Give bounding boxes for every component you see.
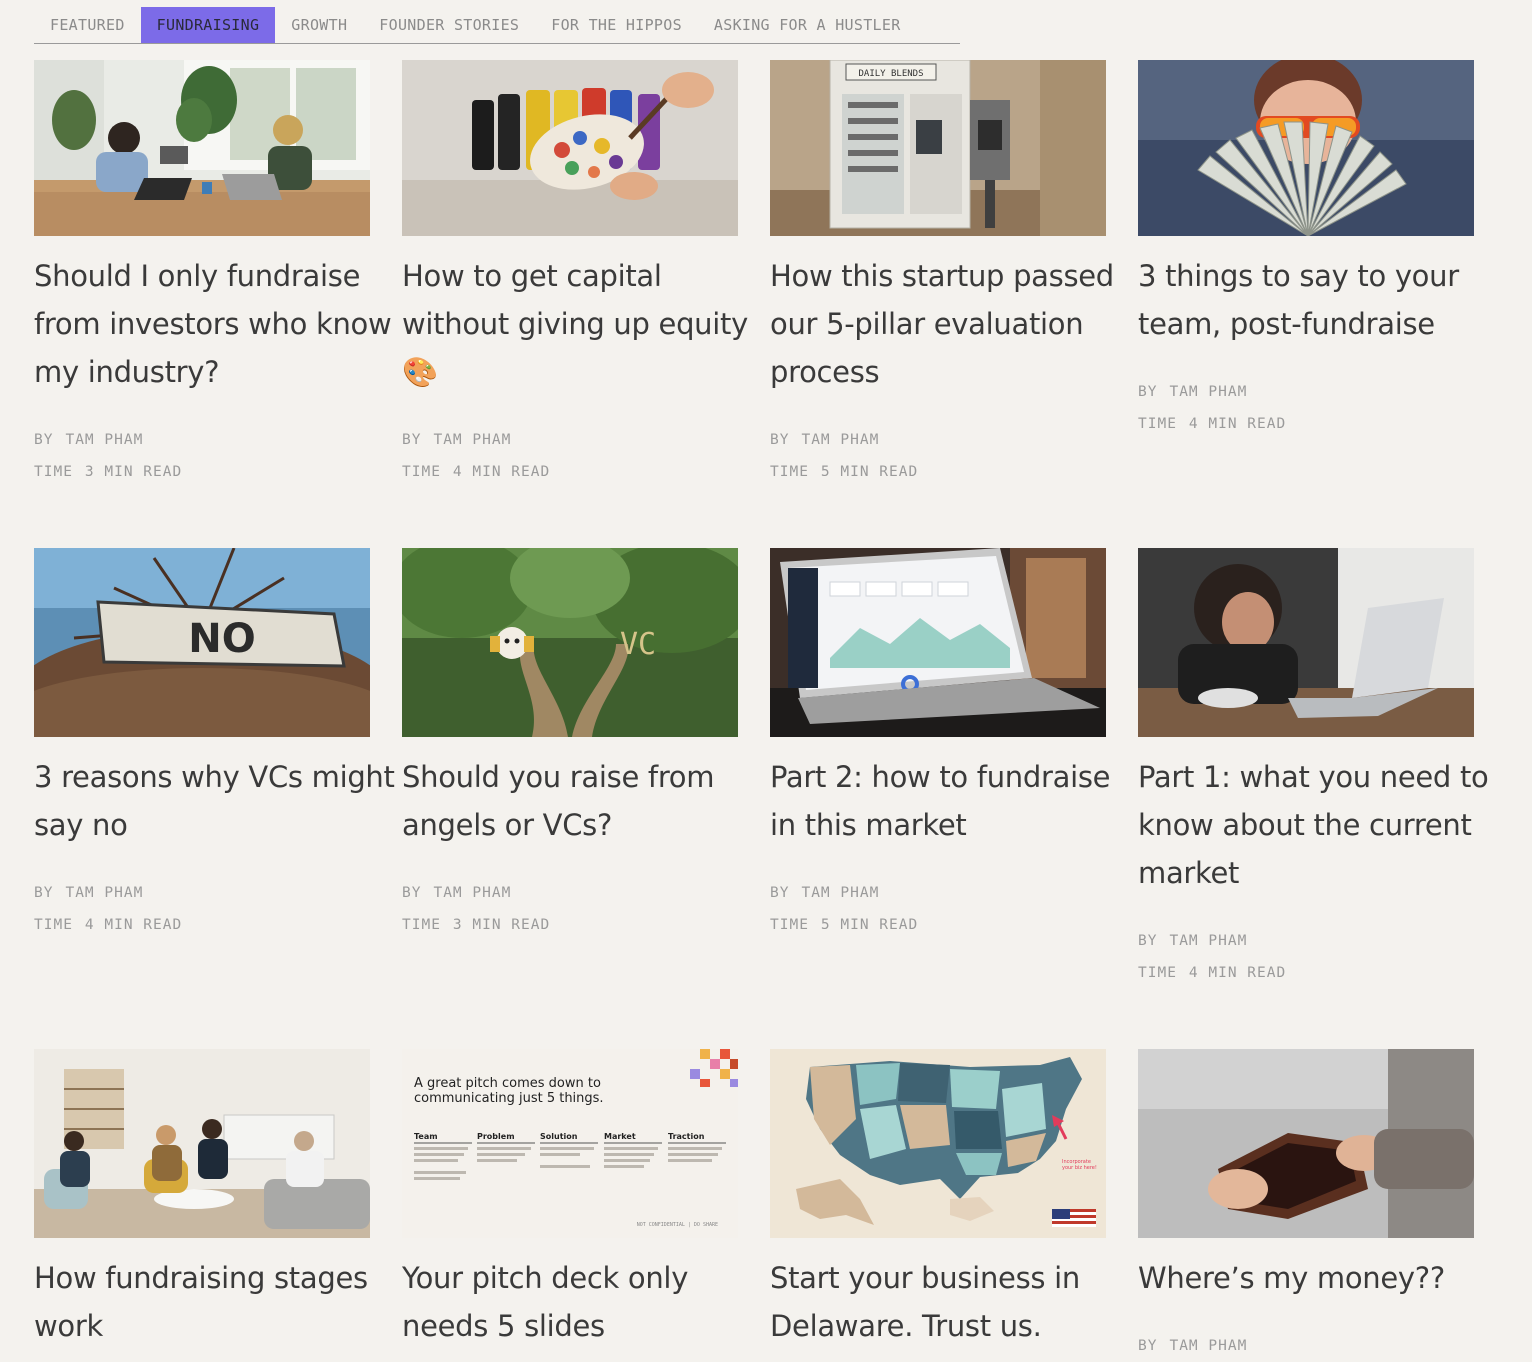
pitch-column-solution: Solution xyxy=(540,1132,578,1141)
paint-palette-image xyxy=(402,60,738,236)
pitch-column-market: Market xyxy=(604,1132,636,1141)
article-thumbnail[interactable] xyxy=(1138,60,1474,236)
vending-machine-image: DAILY BLENDS xyxy=(770,60,1106,236)
article-title[interactable]: How fundraising stages work xyxy=(34,1254,406,1350)
article-thumbnail[interactable]: VC xyxy=(402,548,738,737)
article-card[interactable]: NO 3 reasons why VCs might say no BY TAM … xyxy=(34,548,395,941)
article-thumbnail[interactable]: DAILY BLENDS xyxy=(770,60,1106,236)
article-card[interactable]: Part 2: how to fundraise in this market … xyxy=(770,548,1110,941)
article-read-time: TIME 4 MIN READ xyxy=(1138,965,1287,981)
article-card[interactable]: VC Should you raise from angels or VCs? … xyxy=(402,548,738,941)
no-sign-image: NO xyxy=(34,548,370,737)
pitch-column-problem: Problem xyxy=(477,1132,515,1141)
cash-fan-image xyxy=(1138,60,1474,236)
article-author: BY TAM PHAM xyxy=(402,432,512,448)
article-title[interactable]: Start your business in Delaware. Trust u… xyxy=(770,1254,1142,1350)
no-sign-text: NO xyxy=(188,616,255,662)
article-title[interactable]: How to get capital without giving up equ… xyxy=(402,252,774,396)
vending-sign-text: DAILY BLENDS xyxy=(858,69,923,79)
empty-wallet-image xyxy=(1138,1049,1474,1238)
category-tabs: FEATURED FUNDRAISING GROWTH FOUNDER STOR… xyxy=(34,7,960,44)
stressed-woman-image xyxy=(1138,548,1474,737)
article-card[interactable]: DAILY BLENDS How this startup passed our… xyxy=(770,60,1114,488)
article-read-time: TIME 4 MIN READ xyxy=(402,464,551,480)
article-card[interactable]: A great pitch comes down to communicatin… xyxy=(402,1049,738,1350)
pitch-column-team: Team xyxy=(414,1132,438,1141)
article-title[interactable]: Should I only fundraise from investors w… xyxy=(34,252,406,396)
article-author: BY TAM PHAM xyxy=(1138,1338,1248,1354)
tab-fundraising[interactable]: FUNDRAISING xyxy=(140,7,276,43)
laptop-dashboard-image xyxy=(770,548,1106,737)
article-thumbnail[interactable] xyxy=(34,1049,370,1238)
article-card[interactable]: Where’s my money?? BY TAM PHAM xyxy=(1138,1049,1474,1362)
article-title[interactable]: How this startup passed our 5-pillar eva… xyxy=(770,252,1142,396)
vc-label: VC xyxy=(620,627,656,662)
article-thumbnail[interactable]: Incorporate your biz here! xyxy=(770,1049,1106,1238)
article-author: BY TAM PHAM xyxy=(34,885,144,901)
two-women-meeting-image xyxy=(34,60,370,236)
tab-asking-for-a-hustler[interactable]: ASKING FOR A HUSTLER xyxy=(698,7,917,43)
us-flag-icon xyxy=(1052,1209,1096,1227)
living-room-meeting-image xyxy=(34,1049,370,1238)
article-title[interactable]: 3 things to say to your team, post-fundr… xyxy=(1138,252,1510,348)
article-author: BY TAM PHAM xyxy=(1138,384,1248,400)
article-thumbnail[interactable]: NO xyxy=(34,548,370,737)
article-thumbnail[interactable] xyxy=(770,548,1106,737)
article-thumbnail[interactable] xyxy=(402,60,738,236)
article-read-time: TIME 5 MIN READ xyxy=(770,464,919,480)
pitch-column-traction: Traction xyxy=(668,1132,705,1141)
article-read-time: TIME 5 MIN READ xyxy=(770,917,919,933)
article-author: BY TAM PHAM xyxy=(770,885,880,901)
forest-path-image: VC xyxy=(402,548,738,737)
article-author: BY TAM PHAM xyxy=(402,885,512,901)
article-author: BY TAM PHAM xyxy=(770,432,880,448)
article-card[interactable]: Should I only fundraise from investors w… xyxy=(34,60,392,488)
article-thumbnail[interactable]: A great pitch comes down to communicatin… xyxy=(402,1049,738,1238)
article-card[interactable]: How to get capital without giving up equ… xyxy=(402,60,748,488)
article-card[interactable]: Part 1: what you need to know about the … xyxy=(1138,548,1489,989)
pitch-heading-line2: communicating just 5 things. xyxy=(414,1091,604,1106)
article-author: BY TAM PHAM xyxy=(1138,933,1248,949)
us-map-image: Incorporate your biz here! xyxy=(770,1049,1106,1238)
article-thumbnail[interactable] xyxy=(1138,548,1474,737)
article-read-time: TIME 4 MIN READ xyxy=(34,917,183,933)
article-card[interactable]: How fundraising stages work xyxy=(34,1049,370,1350)
article-author: BY TAM PHAM xyxy=(34,432,144,448)
article-title[interactable]: Part 2: how to fundraise in this market xyxy=(770,753,1142,849)
article-card[interactable]: 3 things to say to your team, post-fundr… xyxy=(1138,60,1474,440)
article-read-time: TIME 4 MIN READ xyxy=(1138,416,1287,432)
article-title[interactable]: Part 1: what you need to know about the … xyxy=(1138,753,1510,897)
tab-growth[interactable]: GROWTH xyxy=(275,7,363,43)
article-thumbnail[interactable] xyxy=(34,60,370,236)
map-note-line2: your biz here! xyxy=(1062,1165,1097,1171)
article-card[interactable]: Incorporate your biz here! Start your bu… xyxy=(770,1049,1106,1350)
article-title[interactable]: Should you raise from angels or VCs? xyxy=(402,753,774,849)
article-read-time: TIME 3 MIN READ xyxy=(34,464,183,480)
article-read-time: TIME 3 MIN READ xyxy=(402,917,551,933)
article-thumbnail[interactable] xyxy=(1138,1049,1474,1238)
article-title[interactable]: Where’s my money?? xyxy=(1138,1254,1510,1302)
pitch-slide-image: A great pitch comes down to communicatin… xyxy=(402,1049,738,1238)
tab-founder-stories[interactable]: FOUNDER STORIES xyxy=(363,7,535,43)
pitch-heading-line1: A great pitch comes down to xyxy=(414,1076,601,1091)
tab-for-the-hippos[interactable]: FOR THE HIPPOS xyxy=(535,7,698,43)
pitch-footer: NOT CONFIDENTIAL | DO SHARE xyxy=(637,1222,718,1228)
article-title[interactable]: Your pitch deck only needs 5 slides xyxy=(402,1254,774,1350)
article-title[interactable]: 3 reasons why VCs might say no xyxy=(34,753,406,849)
tab-featured[interactable]: FEATURED xyxy=(34,7,141,43)
